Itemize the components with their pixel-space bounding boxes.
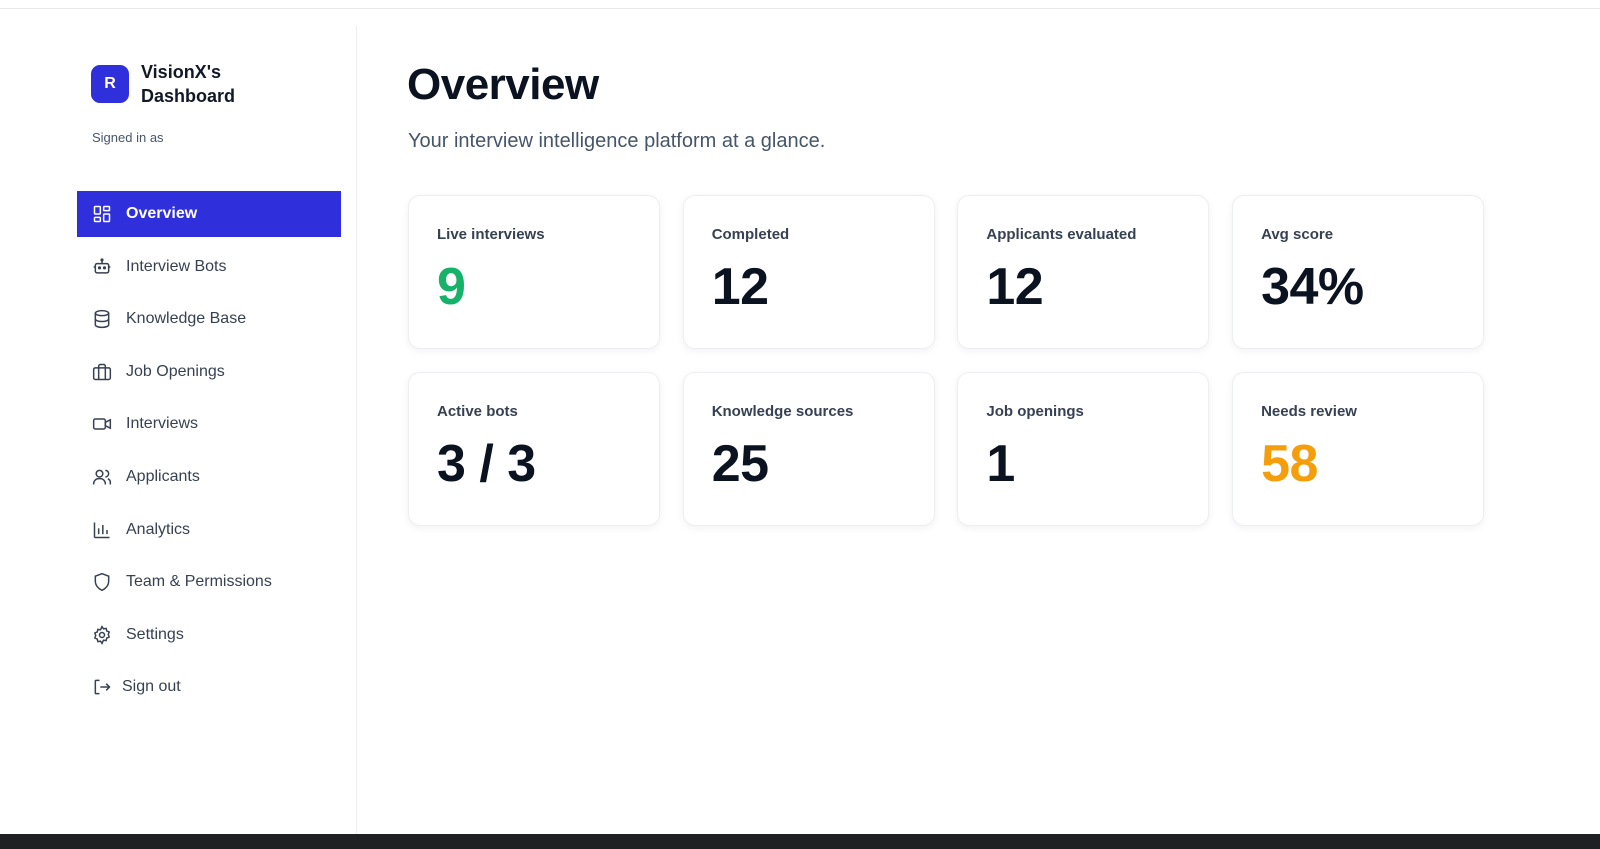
stat-label: Applicants evaluated (986, 226, 1137, 243)
stat-card-knowledge-sources[interactable]: Knowledge sources 25 (682, 372, 935, 526)
video-camera-icon (91, 413, 113, 435)
stats-grid: Live interviews 9 Completed 12 Applicant… (408, 195, 1485, 526)
briefcase-icon (91, 361, 113, 383)
page-subtitle: Your interview intelligence platform at … (408, 130, 826, 152)
stat-value: 12 (711, 258, 769, 316)
stat-label: Avg score (1261, 226, 1334, 243)
sidebar-item-label: Analytics (126, 520, 191, 538)
logout-icon (91, 676, 113, 698)
sidebar-nav: Overview Interview Bots Knowledge Base J… (77, 191, 341, 717)
stat-card-job-openings[interactable]: Job openings 1 (957, 372, 1210, 526)
sidebar-item-interview-bots[interactable]: Interview Bots (77, 244, 341, 290)
sidebar-item-analytics[interactable]: Analytics (77, 507, 341, 553)
sidebar-item-knowledge-base[interactable]: Knowledge Base (77, 296, 341, 342)
stat-value: 12 (986, 258, 1044, 316)
stat-card-active-bots[interactable]: Active bots 3 / 3 (408, 372, 660, 526)
stat-card-applicants-evaluated[interactable]: Applicants evaluated 12 (957, 195, 1210, 349)
stat-value: 58 (1261, 435, 1318, 493)
stat-card-avg-score[interactable]: Avg score 34% (1232, 195, 1485, 349)
bottom-bar (0, 834, 1600, 849)
brand[interactable]: R VisionX's Dashboard (91, 60, 281, 108)
stat-label: Job openings (986, 403, 1084, 420)
stat-label: Knowledge sources (711, 403, 854, 420)
stat-value: 34% (1261, 258, 1364, 316)
bar-chart-icon (91, 519, 113, 541)
sidebar-item-job-openings[interactable]: Job Openings (77, 349, 341, 395)
database-icon (91, 308, 113, 330)
sidebar-item-label: Applicants (126, 467, 200, 485)
sidebar-item-label: Interviews (126, 415, 199, 433)
sidebar-item-label: Interview Bots (126, 257, 227, 275)
sidebar-item-team-permissions[interactable]: Team & Permissions (77, 559, 341, 605)
gear-icon (91, 624, 113, 646)
stat-card-needs-review[interactable]: Needs review 58 (1232, 372, 1485, 526)
bot-icon (91, 256, 113, 278)
sidebar-item-applicants[interactable]: Applicants (77, 454, 341, 500)
stat-label: Active bots (437, 403, 518, 420)
stat-value: 9 (437, 258, 466, 316)
main-content: Overview Your interview intelligence pla… (407, 0, 1557, 834)
stat-value: 1 (986, 435, 1015, 493)
stat-value: 25 (711, 435, 769, 493)
sidebar-item-settings[interactable]: Settings (77, 612, 341, 658)
page-title: Overview (407, 60, 599, 109)
sidebar-item-label: Settings (126, 625, 184, 643)
sidebar-item-label: Sign out (122, 678, 181, 696)
stat-label: Completed (711, 226, 790, 243)
sidebar-item-label: Overview (126, 205, 198, 222)
sidebar-item-label: Job Openings (126, 362, 225, 380)
signed-in-label: Signed in as (92, 130, 164, 145)
brand-logo: R (91, 65, 129, 103)
dashboard-grid-icon (91, 203, 113, 225)
shield-icon (91, 571, 113, 593)
sidebar-item-interviews[interactable]: Interviews (77, 401, 341, 447)
stat-value: 3 / 3 (437, 435, 536, 493)
users-icon (91, 466, 113, 488)
sidebar: R VisionX's Dashboard Signed in as Overv… (0, 26, 357, 834)
sidebar-item-label: Team & Permissions (126, 573, 272, 591)
stat-card-live-interviews[interactable]: Live interviews 9 (408, 195, 660, 349)
brand-title: VisionX's Dashboard (141, 62, 236, 106)
sign-out-button[interactable]: Sign out (77, 664, 341, 710)
stat-card-completed[interactable]: Completed 12 (682, 195, 935, 349)
sidebar-item-label: Knowledge Base (126, 310, 247, 328)
stat-label: Needs review (1261, 403, 1357, 420)
sidebar-item-overview[interactable]: Overview (77, 191, 341, 237)
stat-label: Live interviews (437, 226, 545, 243)
